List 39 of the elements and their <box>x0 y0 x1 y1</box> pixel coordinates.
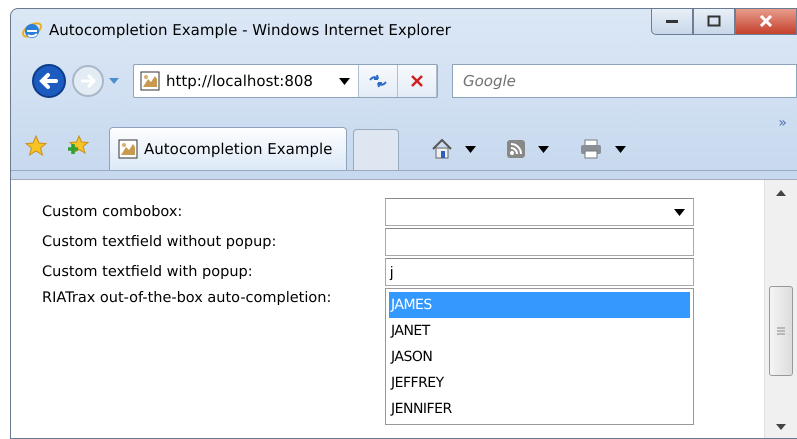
favorites-star-icon[interactable] <box>25 135 47 157</box>
caret-icon[interactable] <box>465 146 476 152</box>
stop-icon[interactable] <box>410 74 424 88</box>
scrollbar[interactable] <box>764 180 797 438</box>
suggestion-item[interactable]: JENNIFER <box>389 396 690 422</box>
field-label: RIATrax out-of-the-box auto-completion: <box>42 290 332 306</box>
refresh-icon[interactable] <box>368 73 388 89</box>
scroll-down-icon[interactable] <box>776 424 786 430</box>
home-icon[interactable] <box>431 138 454 160</box>
dropdown-arrow-icon[interactable] <box>674 208 685 216</box>
scroll-up-icon[interactable] <box>776 190 786 196</box>
dropdown-arrow-icon[interactable] <box>339 78 350 84</box>
search-field[interactable]: Google <box>452 64 797 98</box>
suggestion-item[interactable]: JEFFREY <box>389 370 690 396</box>
maximize-icon <box>707 15 721 27</box>
back-icon[interactable] <box>31 63 67 99</box>
browser-tab[interactable]: Autocompletion Example <box>109 127 348 170</box>
suggestion-item[interactable]: JASON <box>389 344 690 370</box>
text-field[interactable] <box>385 228 694 256</box>
caret-icon[interactable] <box>615 146 626 152</box>
grip-icon <box>777 327 785 335</box>
text-field[interactable]: j <box>385 258 694 286</box>
field-label: Custom combobox: <box>42 204 182 220</box>
print-icon[interactable] <box>579 139 604 159</box>
feed-icon[interactable] <box>506 139 526 159</box>
minimize-icon <box>665 18 679 24</box>
minimize-button[interactable] <box>651 9 693 35</box>
toolbar-overflow[interactable]: » <box>778 115 787 131</box>
close-button[interactable] <box>735 9 797 35</box>
caret-icon[interactable] <box>538 146 550 152</box>
close-icon <box>759 15 773 27</box>
page-icon <box>118 139 138 159</box>
field-label: Custom textfield with popup: <box>42 264 253 280</box>
suggestion-item[interactable]: JANET <box>389 318 690 344</box>
field-label: Custom textfield without popup: <box>42 234 276 250</box>
window-title: Autocompletion Example - Windows Internet Explorer <box>49 21 451 39</box>
scroll-thumb[interactable] <box>769 286 793 376</box>
maximize-button[interactable] <box>693 9 735 35</box>
page-icon <box>140 71 160 91</box>
